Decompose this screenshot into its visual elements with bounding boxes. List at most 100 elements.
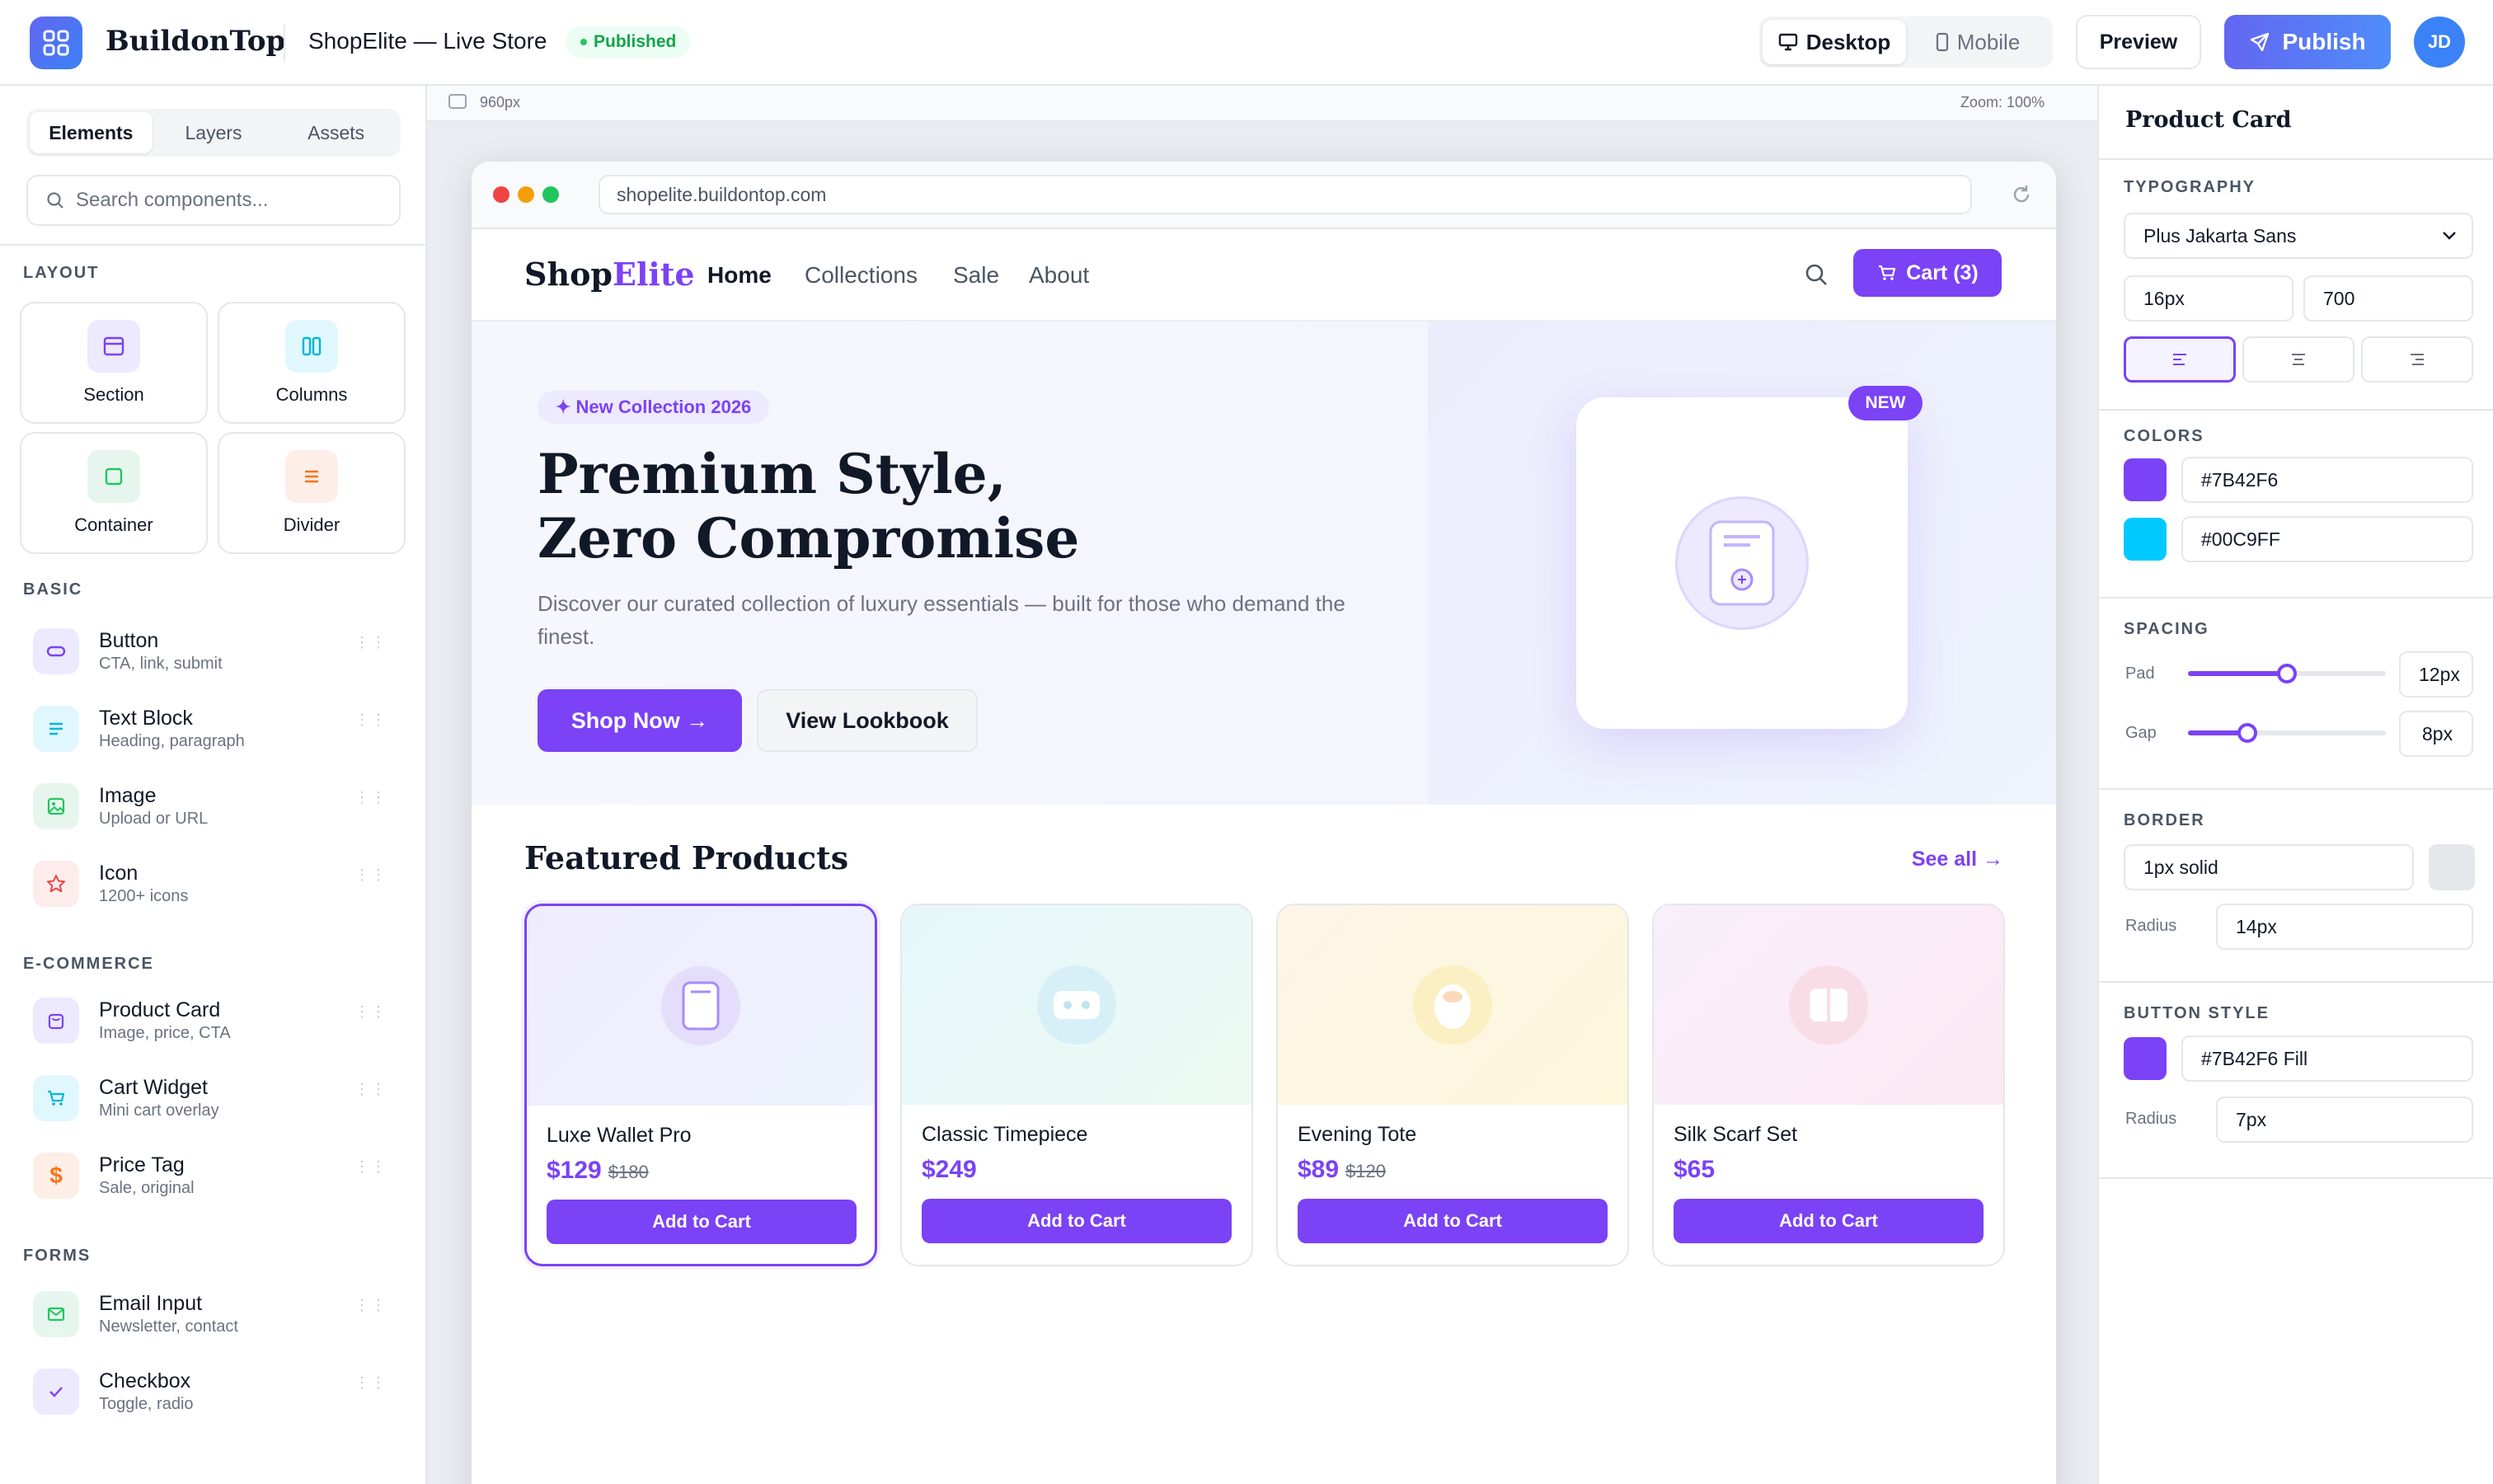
hero-section[interactable]: ✦ New Collection 2026 Premium Style, Zer… [472,322,2056,805]
component-text-block[interactable]: Text Block Heading, paragraph ⋮⋮ [33,696,396,762]
product-card[interactable]: Luxe Wallet Pro $129 $180 Add to Cart [524,904,877,1266]
app-logo-icon[interactable] [30,16,82,69]
border-radius-input[interactable]: 14px [2216,904,2473,950]
tab-elements[interactable]: Elements [30,112,153,153]
section-icon [87,320,140,373]
store-name[interactable]: ShopElite — Live Store [308,28,547,54]
button-color-swatch[interactable] [2124,1037,2167,1080]
component-button[interactable]: Button CTA, link, submit ⋮⋮ [33,618,396,684]
slider-handle[interactable] [2237,723,2257,743]
view-lookbook-button[interactable]: View Lookbook [757,689,978,752]
gap-slider[interactable] [2188,723,2386,743]
see-all-link[interactable]: See all → [1912,848,2003,871]
layout-item-label: Container [74,514,153,535]
preview-button[interactable]: Preview [2076,15,2201,69]
component-description: CTA, link, submit [99,655,223,673]
tab-layers[interactable]: Layers [153,112,275,153]
font-family-value: Plus Jakarta Sans [2143,224,2297,247]
divider [2099,409,2493,411]
border-color-swatch[interactable] [2429,844,2475,890]
padding-label: Pad [2125,665,2155,683]
drag-handle-icon[interactable]: ⋮⋮ [354,790,387,805]
drag-handle-icon[interactable]: ⋮⋮ [354,712,387,727]
primary-color-input[interactable]: #7B42F6 [2181,457,2473,503]
drag-handle-icon[interactable]: ⋮⋮ [354,1082,387,1097]
product-price-original: $180 [608,1162,649,1182]
align-center-button[interactable] [2242,336,2354,383]
slider-fill [2188,671,2287,676]
layout-item-section[interactable]: Section [20,302,208,424]
component-label: Checkbox [99,1369,191,1392]
product-price-current: $249 [922,1156,977,1183]
tab-assets[interactable]: Assets [275,112,397,153]
nav-about[interactable]: About [1029,262,1089,289]
hero-pill: ✦ New Collection 2026 [538,391,770,424]
product-price: $249 [922,1156,977,1184]
product-card[interactable]: Evening Tote $89 $120 Add to Cart [1276,904,1629,1266]
nav-home[interactable]: Home [707,262,772,289]
drag-handle-icon[interactable]: ⋮⋮ [354,1298,387,1313]
component-image[interactable]: Image Upload or URL ⋮⋮ [33,773,396,839]
device-toggle: Desktop Mobile [1759,16,2053,68]
hero-title: Premium Style, Zero Compromise [538,442,1279,571]
nav-sale[interactable]: Sale [953,262,999,289]
padding-slider[interactable] [2188,664,2386,683]
add-to-cart-button[interactable]: Add to Cart [1298,1199,1608,1243]
text-icon [33,706,79,752]
cart-button[interactable]: Cart (3) [1853,249,2002,297]
avatar[interactable]: JD [2414,16,2465,68]
drag-handle-icon[interactable]: ⋮⋮ [354,635,387,650]
gap-input[interactable]: 8px [2399,711,2473,757]
border-style-input[interactable]: 1px solid [2124,844,2414,890]
secondary-color-input[interactable]: #00C9FF [2181,516,2473,562]
font-weight-input[interactable]: 700 [2303,275,2473,322]
component-search-input[interactable]: Search components... [26,175,401,226]
editor-canvas: 960px Zoom: 100% shopelite.buildontop.co… [427,86,2097,1484]
mail-icon [33,1291,79,1337]
component-label: Image [99,784,157,807]
drag-handle-icon[interactable]: ⋮⋮ [354,1159,387,1174]
component-icon[interactable]: Icon 1200+ icons ⋮⋮ [33,851,396,917]
align-right-button[interactable] [2361,336,2473,383]
padding-input[interactable]: 12px [2399,651,2473,697]
add-to-cart-button[interactable]: Add to Cart [922,1199,1232,1243]
nav-collections[interactable]: Collections [805,262,918,289]
font-family-select[interactable]: Plus Jakarta Sans [2124,213,2473,259]
device-desktop-button[interactable]: Desktop [1763,20,1906,64]
publish-button[interactable]: Publish [2224,15,2391,69]
product-card[interactable]: Classic Timepiece $249 Add to Cart [900,904,1253,1266]
component-product-card[interactable]: Product Card Image, price, CTA ⋮⋮ [33,988,396,1054]
zoom-label[interactable]: Zoom: 100% [1960,94,2045,111]
layout-item-divider[interactable]: Divider [218,432,406,554]
check-icon [33,1369,79,1415]
component-price-tag[interactable]: $ Price Tag Sale, original ⋮⋮ [33,1143,396,1209]
monitor-icon [1778,33,1797,51]
primary-color-swatch[interactable] [2124,458,2167,501]
drag-handle-icon[interactable]: ⋮⋮ [354,1004,387,1019]
shop-now-button[interactable]: Shop Now → [538,689,742,752]
new-badge: NEW [1848,386,1923,420]
layout-item-columns[interactable]: Columns [218,302,406,424]
slider-handle[interactable] [2277,664,2297,683]
font-size-input[interactable]: 16px [2124,275,2293,322]
phone-icon [1936,32,1948,52]
product-card[interactable]: Silk Scarf Set $65 Add to Cart [1652,904,2005,1266]
align-left-button[interactable] [2124,336,2236,383]
site-logo[interactable]: ShopElite [524,256,695,293]
drag-handle-icon[interactable]: ⋮⋮ [354,1375,387,1390]
border-radius-label: Radius [2125,917,2177,935]
url-bar[interactable]: shopelite.buildontop.com [599,175,1972,214]
component-email-input[interactable]: Email Input Newsletter, contact ⋮⋮ [33,1281,396,1347]
button-fill-input[interactable]: #7B42F6 Fill [2181,1036,2473,1082]
secondary-color-swatch[interactable] [2124,518,2167,561]
search-icon[interactable] [1804,262,1829,287]
add-to-cart-button[interactable]: Add to Cart [1674,1199,1984,1243]
device-mobile-button[interactable]: Mobile [1906,20,2049,64]
add-to-cart-button[interactable]: Add to Cart [547,1200,857,1244]
drag-handle-icon[interactable]: ⋮⋮ [354,867,387,882]
component-cart-widget[interactable]: Cart Widget Mini cart overlay ⋮⋮ [33,1065,396,1131]
layout-item-container[interactable]: Container [20,432,208,554]
reload-icon[interactable] [2010,183,2033,206]
component-checkbox[interactable]: Checkbox Toggle, radio ⋮⋮ [33,1359,396,1425]
button-radius-input[interactable]: 7px [2216,1097,2473,1143]
